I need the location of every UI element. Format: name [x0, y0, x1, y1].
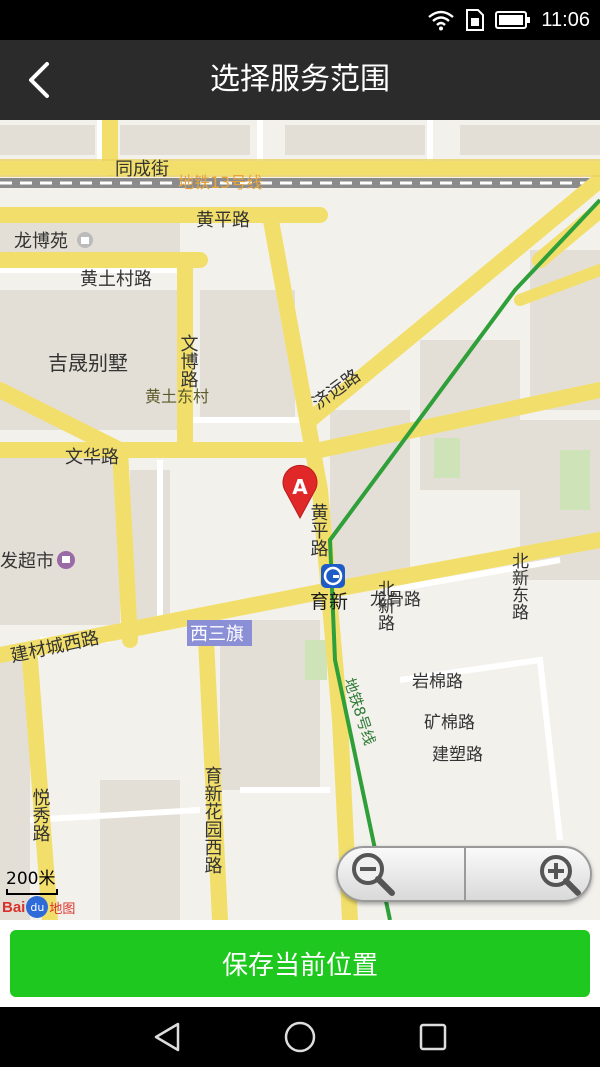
road-label-yuexiu: 悦秀路	[30, 788, 51, 842]
baidu-logo-map: 地图	[49, 901, 76, 917]
place-label-huangtudong: 黄土东村	[145, 387, 209, 406]
title-bar: 选择服务范围	[0, 40, 600, 120]
recents-square-icon	[419, 1023, 447, 1051]
road-label-huangping: 黄平路	[196, 210, 250, 231]
longboyuan-icon	[77, 232, 93, 248]
nav-bar	[0, 1007, 600, 1067]
road-label-yanmian: 岩棉路	[412, 672, 463, 692]
zoom-in-button[interactable]	[466, 848, 590, 900]
baidu-paw-icon: du	[26, 896, 49, 918]
road-label-jiancai: 建材城西路	[9, 628, 101, 667]
place-label-xisanqi: 西三旗	[190, 624, 244, 645]
zoom-in-icon	[540, 855, 581, 896]
road-label-wenbo: 文博路	[178, 334, 199, 388]
map-view[interactable]: 同成街 地铁13号线 黄平路 龙博苑 黄土村路 吉晟别墅 黄土东村 文华路 发超…	[0, 120, 600, 920]
road-label-yuxinhuayuan: 育新花园西路	[202, 766, 223, 874]
road-label-beixin: 北新路	[374, 580, 395, 631]
map-scale: 200米	[6, 864, 62, 895]
baidu-logo: Bai du 地图	[2, 894, 75, 920]
nav-back-button[interactable]	[137, 1017, 197, 1057]
road-label-huangtucun: 黄土村路	[80, 269, 152, 290]
supermarket-icon	[57, 551, 75, 569]
place-label-longboyuan: 龙博苑	[14, 231, 68, 252]
back-triangle-icon	[154, 1022, 180, 1052]
road-label-jiansu: 建塑路	[432, 745, 483, 765]
save-location-button[interactable]: 保存当前位置	[10, 930, 590, 997]
baidu-logo-text: Bai	[2, 898, 26, 916]
wifi-icon	[428, 10, 455, 31]
bottom-area: 保存当前位置	[0, 920, 600, 1007]
chevron-left-icon	[29, 62, 49, 98]
scale-label: 200米	[6, 869, 56, 889]
zoom-out-icon	[352, 853, 395, 896]
back-button[interactable]	[10, 52, 66, 108]
road-label-beixindong: 北新东路	[508, 552, 529, 620]
zoom-control	[336, 846, 592, 902]
place-label-yuxin: 育新	[310, 591, 348, 613]
page-title: 选择服务范围	[210, 62, 390, 97]
nav-home-button[interactable]	[270, 1017, 330, 1057]
status-time: 11:06	[541, 8, 590, 31]
road-label-tongcheng: 同成街	[115, 159, 169, 180]
nav-recents-button[interactable]	[403, 1017, 463, 1057]
place-label-jisheng: 吉晟别墅	[48, 351, 128, 375]
home-circle-icon	[284, 1021, 316, 1053]
road-label-wenhua: 文华路	[65, 447, 119, 468]
sim-icon	[466, 9, 485, 31]
zoom-out-button[interactable]	[338, 848, 466, 900]
status-icons: 11:06	[427, 0, 590, 40]
place-label-fachaoshi: 发超市	[0, 551, 54, 572]
battery-icon	[495, 11, 531, 29]
status-bar: 11:06	[0, 0, 600, 40]
map-canvas: 同成街 地铁13号线 黄平路 龙博苑 黄土村路 吉晟别墅 黄土东村 文华路 发超…	[0, 120, 600, 920]
metro-station-icon	[321, 564, 345, 588]
location-marker-icon[interactable]: A	[282, 464, 318, 520]
marker-letter: A	[292, 475, 308, 499]
road-label-kuangmian: 矿棉路	[424, 713, 475, 733]
metro-label-13: 地铁13号线	[178, 173, 262, 192]
